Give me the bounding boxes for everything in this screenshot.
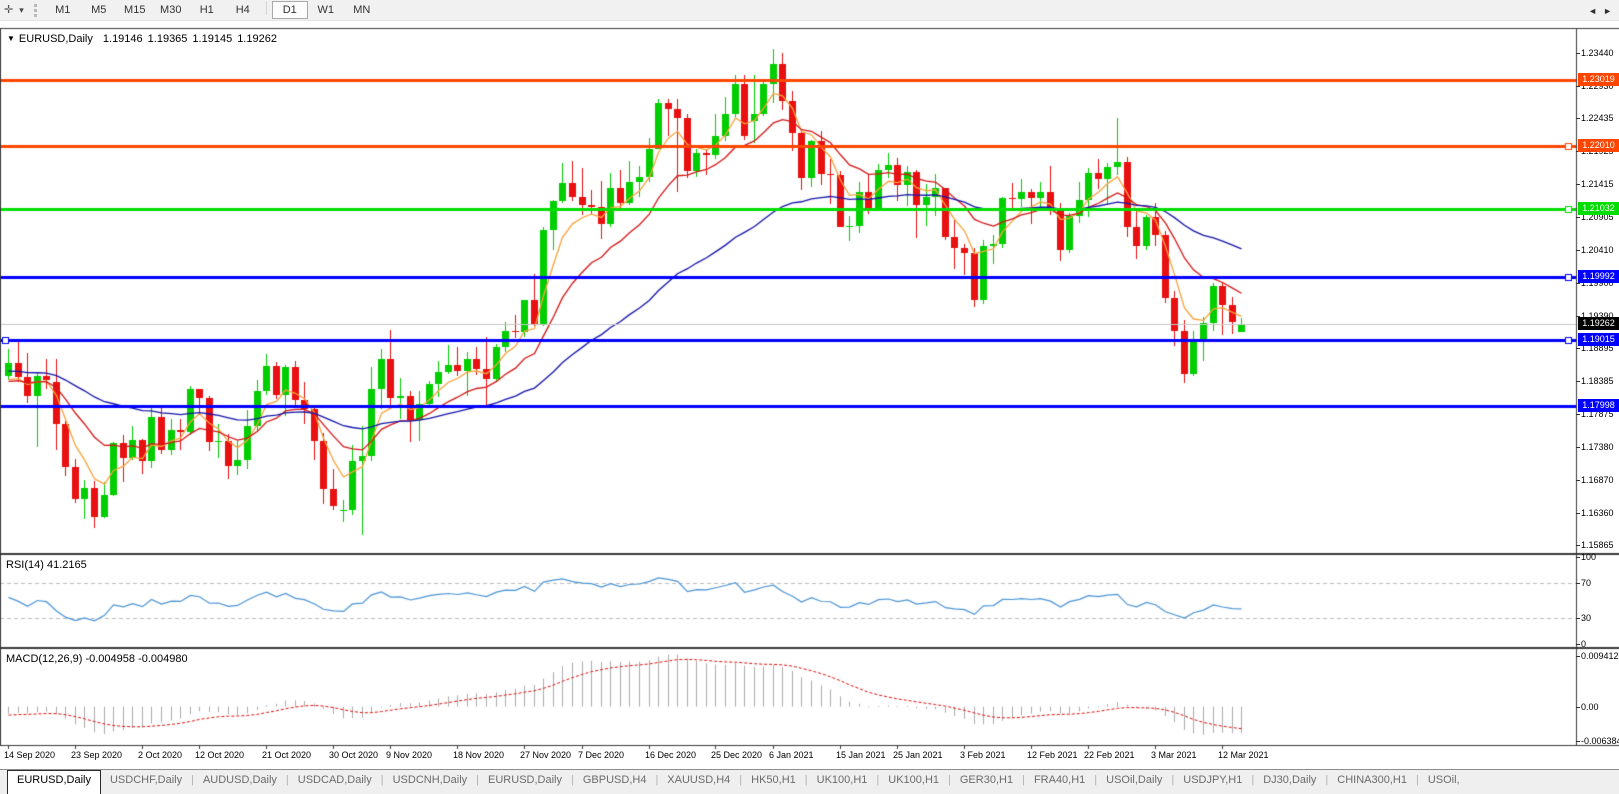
chart-tab-dj30-daily[interactable]: DJ30,Daily (1254, 770, 1325, 794)
rsi-tick-label: 100 (1581, 552, 1596, 562)
chart-tab-gbpusd-h4[interactable]: GBPUSD,H4 (574, 770, 656, 794)
rsi-tick-label: 0 (1581, 639, 1586, 649)
chart-low-value: 1.19145 (192, 33, 232, 45)
price-tick-label: 1.21415 (1581, 179, 1614, 189)
hline-price-tag[interactable]: 1.23019 (1578, 73, 1619, 86)
price-tick-label: 1.15865 (1581, 540, 1614, 550)
date-tick-label: 21 Oct 2020 (262, 750, 311, 760)
date-tick-label: 12 Feb 2021 (1027, 750, 1078, 760)
rsi-indicator-label: RSI(14) 41.2165 (6, 559, 87, 571)
price-tick-mark (1576, 348, 1580, 349)
chart-tab-eurusd-daily[interactable]: EURUSD,Daily (479, 770, 571, 794)
price-tick-label: 1.20410 (1581, 245, 1614, 255)
macd-tick-label: -0.006384 (1581, 736, 1619, 746)
chart-tab-hk50-h1[interactable]: HK50,H1 (742, 770, 805, 794)
macd-tick-label: 0.00 (1581, 702, 1599, 712)
price-tick-label: 1.17380 (1581, 442, 1614, 452)
price-tick-mark (1576, 545, 1580, 546)
hline-price-tag[interactable]: 1.22010 (1578, 139, 1619, 152)
price-tick-label: 1.22435 (1581, 113, 1614, 123)
hline-price-tag[interactable]: 1.21032 (1578, 202, 1619, 215)
macd-tick-mark (1576, 707, 1580, 708)
chart-tabs: EURUSD,DailyUSDCHF,Daily|AUDUSD,Daily|US… (0, 770, 1469, 794)
date-tick-label: 25 Jan 2021 (893, 750, 943, 760)
price-tick-label: 1.16360 (1581, 508, 1614, 518)
price-tick-mark (1576, 86, 1580, 87)
macd-tick-label: 0.009412 (1581, 651, 1619, 661)
date-tick-label: 15 Jan 2021 (836, 750, 886, 760)
chart-tab-eurusd-daily[interactable]: EURUSD,Daily (7, 770, 101, 794)
chart-title: ▼ EURUSD,Daily 1.19146 1.19365 1.19145 1.1926… (7, 33, 282, 45)
tabs-scroll-left-button[interactable]: ◄ (1585, 6, 1600, 16)
chart-tab-uk100-h1[interactable]: UK100,H1 (808, 770, 877, 794)
hline-price-tag[interactable]: 1.19015 (1578, 333, 1619, 346)
price-tick-mark (1576, 381, 1580, 382)
date-tick-label: 25 Dec 2020 (711, 750, 762, 760)
date-tick-label: 18 Nov 2020 (453, 750, 504, 760)
date-tick-label: 23 Sep 2020 (71, 750, 122, 760)
chart-tab-bar: EURUSD,DailyUSDCHF,Daily|AUDUSD,Daily|US… (0, 769, 1619, 794)
chart-tab-xauusd-h4[interactable]: XAUUSD,H4 (658, 770, 739, 794)
price-tick-label: 1.18385 (1581, 376, 1614, 386)
price-tick-mark (1576, 283, 1580, 284)
chart-tab-usdjpy-h1[interactable]: USDJPY,H1 (1174, 770, 1251, 794)
rsi-tick-label: 30 (1581, 613, 1591, 623)
date-tick-label: 27 Nov 2020 (520, 750, 571, 760)
price-tick-mark (1576, 118, 1580, 119)
hline-price-tag[interactable]: 1.19992 (1578, 270, 1619, 283)
chart-tab-usoil-daily[interactable]: USOil,Daily (1097, 770, 1171, 794)
chart-tab-uk100-h1[interactable]: UK100,H1 (879, 770, 948, 794)
price-tick-mark (1576, 414, 1580, 415)
chart-symbol-period: EURUSD,Daily (19, 33, 93, 45)
chart-tab-audusd-daily[interactable]: AUDUSD,Daily (194, 770, 286, 794)
date-tick-label: 12 Mar 2021 (1218, 750, 1269, 760)
price-tick-mark (1576, 447, 1580, 448)
macd-tick-mark (1576, 656, 1580, 657)
rsi-tick-mark (1576, 583, 1580, 584)
date-tick-label: 2 Oct 2020 (138, 750, 182, 760)
date-tick-label: 14 Sep 2020 (4, 750, 55, 760)
tabs-scroll-right-button[interactable]: ► (1600, 6, 1615, 16)
chart-tab-china300-h1[interactable]: CHINA300,H1 (1328, 770, 1416, 794)
price-tick-mark (1576, 217, 1580, 218)
date-tick-label: 9 Nov 2020 (386, 750, 432, 760)
date-tick-label: 12 Oct 2020 (195, 750, 244, 760)
macd-tick-mark (1576, 741, 1580, 742)
hline-price-tag[interactable]: 1.17998 (1578, 399, 1619, 412)
price-tick-mark (1576, 184, 1580, 185)
macd-indicator-label: MACD(12,26,9) -0.004958 -0.004980 (6, 653, 188, 665)
chart-tab-ger30-h1[interactable]: GER30,H1 (951, 770, 1022, 794)
chart-close-value: 1.19262 (237, 33, 277, 45)
chart-tab-fra40-h1[interactable]: FRA40,H1 (1025, 770, 1094, 794)
date-tick-label: 3 Feb 2021 (960, 750, 1006, 760)
price-tick-label: 1.16870 (1581, 475, 1614, 485)
date-tick-label: 7 Dec 2020 (578, 750, 624, 760)
current-price-tag: 1.19262 (1578, 317, 1619, 330)
date-tick-label: 3 Mar 2021 (1151, 750, 1197, 760)
date-tick-label: 22 Feb 2021 (1084, 750, 1135, 760)
price-tick-mark (1576, 53, 1580, 54)
date-tick-label: 16 Dec 2020 (645, 750, 696, 760)
collapse-triangle-icon[interactable]: ▼ (7, 34, 15, 43)
chart-tab-usdcnh-daily[interactable]: USDCNH,Daily (384, 770, 477, 794)
chart-tab-usoil-[interactable]: USOil, (1419, 770, 1469, 794)
rsi-tick-mark (1576, 618, 1580, 619)
chart-tab-usdcad-daily[interactable]: USDCAD,Daily (289, 770, 381, 794)
price-tick-mark (1576, 513, 1580, 514)
price-tick-mark (1576, 250, 1580, 251)
chart-canvas[interactable] (0, 0, 1619, 793)
chart-tab-usdchf-daily[interactable]: USDCHF,Daily (101, 770, 191, 794)
chart-open-value: 1.19146 (103, 33, 143, 45)
date-tick-label: 6 Jan 2021 (769, 750, 814, 760)
price-tick-label: 1.23440 (1581, 48, 1614, 58)
rsi-tick-label: 70 (1581, 578, 1591, 588)
price-tick-mark (1576, 480, 1580, 481)
tab-scroll-arrows: ◄► (1585, 6, 1615, 16)
date-tick-label: 30 Oct 2020 (329, 750, 378, 760)
rsi-tick-mark (1576, 557, 1580, 558)
rsi-tick-mark (1576, 644, 1580, 645)
chart-high-value: 1.19365 (148, 33, 188, 45)
